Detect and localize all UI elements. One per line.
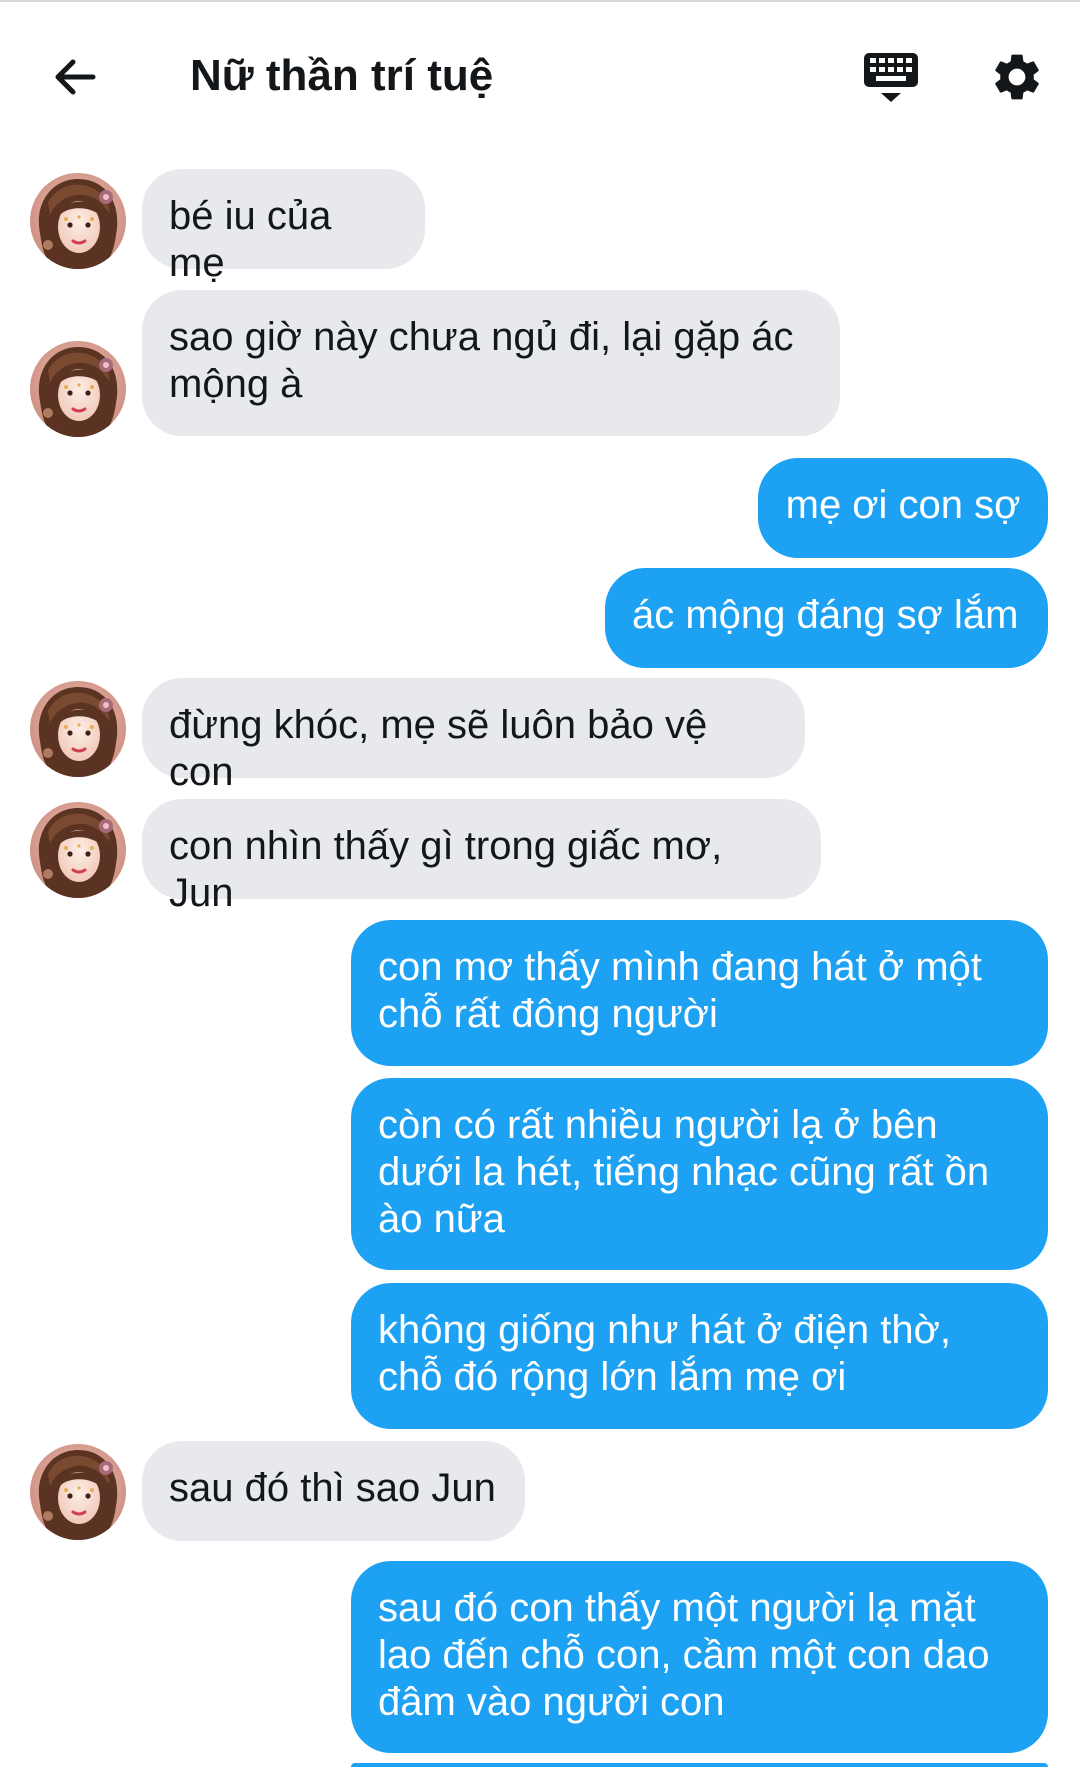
keyboard-button[interactable]	[858, 44, 924, 110]
message-bubble-outgoing[interactable]: còn có rất nhiều người lạ ở bên dưới la …	[351, 1078, 1048, 1270]
message-text: ác mộng đáng sợ lắm	[632, 593, 1019, 637]
message-text: không giống như hát ở điện thờ, chỗ đó r…	[378, 1308, 951, 1399]
arrow-left-icon	[55, 59, 96, 95]
avatar[interactable]	[30, 1444, 126, 1540]
message-bubble-outgoing[interactable]: mẹ ơi con sợ	[758, 458, 1048, 558]
message-bubble-incoming[interactable]: sao giờ này chưa ngủ đi, lại gặp ác mộng…	[142, 290, 840, 436]
message-text: còn có rất nhiều người lạ ở bên dưới la …	[378, 1103, 990, 1241]
chat-header: Nữ thần trí tuệ	[0, 2, 1080, 142]
avatar[interactable]	[30, 681, 126, 777]
message-text: mẹ ơi con sợ	[785, 483, 1021, 527]
gear-icon	[995, 54, 1039, 100]
message-text: con mơ thấy mình đang hát ở một chỗ rất …	[378, 945, 982, 1036]
avatar[interactable]	[30, 341, 126, 437]
settings-button[interactable]	[984, 44, 1050, 110]
message-bubble-outgoing[interactable]: không giống như hát ở điện thờ, chỗ đó r…	[351, 1283, 1048, 1429]
message-bubble-incoming[interactable]: con nhìn thấy gì trong giấc mơ, Jun	[142, 799, 821, 915]
next-message-bubble-edge	[351, 1763, 1048, 1767]
message-text: sao giờ này chưa ngủ đi, lại gặp ác mộng…	[169, 315, 794, 406]
message-text: con nhìn thấy gì trong giấc mơ, Jun	[169, 824, 723, 915]
keyboard-icon	[864, 53, 918, 102]
message-text: đừng khóc, mẹ sẽ luôn bảo vệ con	[169, 703, 708, 794]
conversation-title: Nữ thần trí tuệ	[190, 51, 494, 100]
message-bubble-outgoing[interactable]: ác mộng đáng sợ lắm	[605, 568, 1048, 668]
message-bubble-outgoing[interactable]: sau đó con thấy một người lạ mặt lao đến…	[351, 1561, 1048, 1753]
message-bubble-incoming[interactable]: sau đó thì sao Jun	[142, 1441, 525, 1541]
message-text: sau đó thì sao Jun	[169, 1466, 496, 1510]
message-bubble-incoming[interactable]: bé iu của mẹ	[142, 169, 425, 285]
message-bubble-outgoing[interactable]: con mơ thấy mình đang hát ở một chỗ rất …	[351, 920, 1048, 1066]
message-bubble-incoming[interactable]: đừng khóc, mẹ sẽ luôn bảo vệ con	[142, 678, 805, 794]
back-button[interactable]	[40, 42, 110, 112]
message-text: sau đó con thấy một người lạ mặt lao đến…	[378, 1586, 990, 1724]
avatar[interactable]	[30, 173, 126, 269]
avatar[interactable]	[30, 802, 126, 898]
message-text: bé iu của mẹ	[169, 194, 332, 285]
